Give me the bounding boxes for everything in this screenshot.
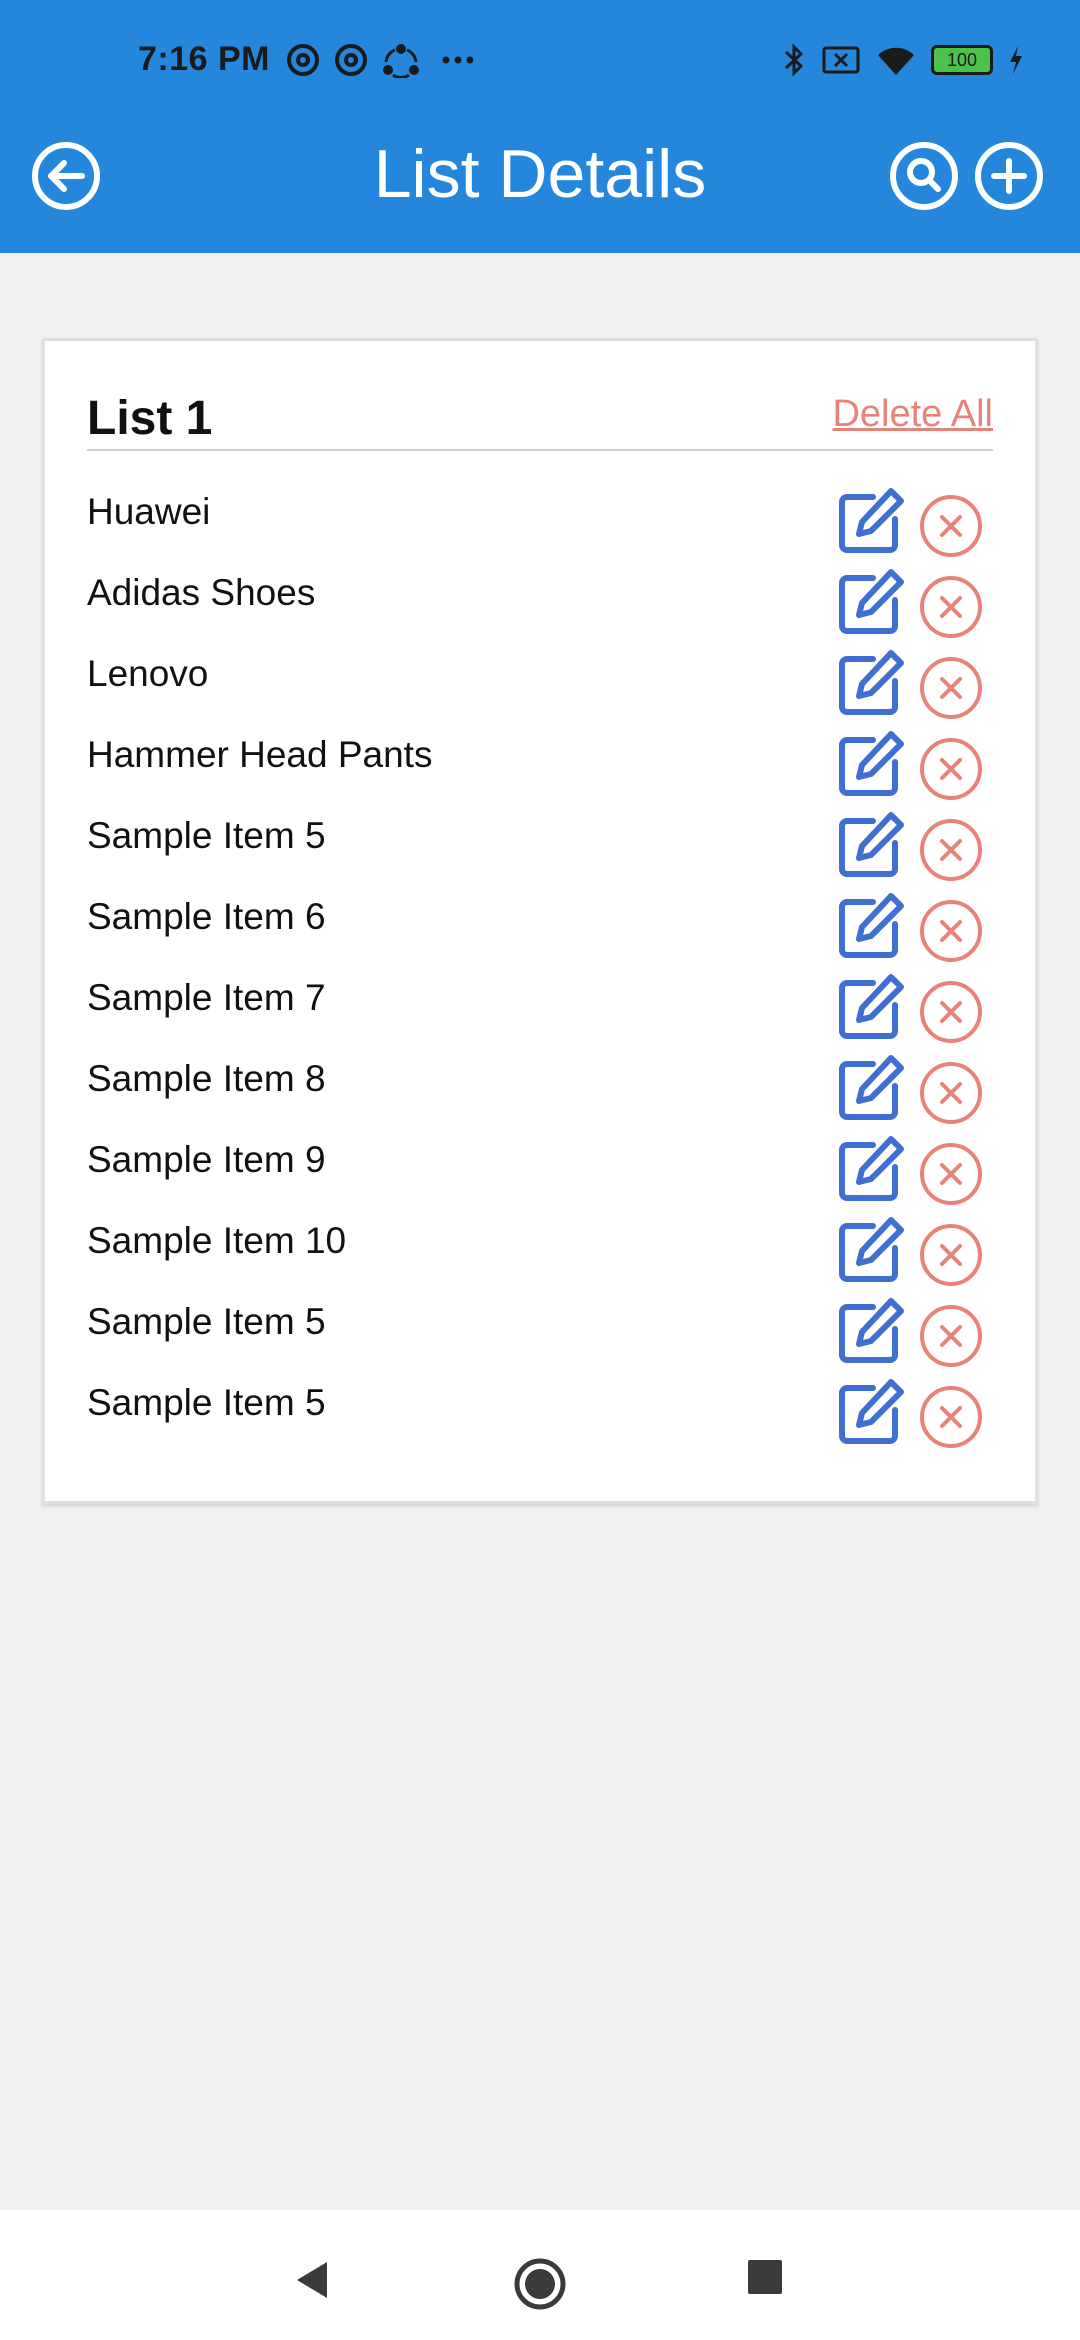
edit-icon [839,1136,904,1201]
list-item-label: Hammer Head Pants [87,734,433,775]
list-item: Lenovo [45,649,1035,732]
edit-button[interactable] [835,649,905,719]
edit-button[interactable] [835,730,905,800]
close-icon [920,900,982,962]
list-item: Sample Item 5 [45,811,1035,894]
edit-button[interactable] [835,1378,905,1448]
edit-button[interactable] [835,973,905,1043]
list-item-label: Sample Item 5 [87,815,326,856]
edit-icon [839,569,904,634]
list-item-label: Adidas Shoes [87,572,316,613]
edit-button[interactable] [835,811,905,881]
close-icon [920,1143,982,1205]
delete-item-button[interactable] [918,979,984,1045]
nav-back-icon[interactable] [293,2258,333,2302]
add-icon [975,142,1043,210]
delete-item-button[interactable] [918,1384,984,1450]
app-bar: 7:16 PM 100 List Details [0,0,1080,253]
system-nav-bar [0,2210,1080,2340]
list-item-label: Sample Item 5 [87,1382,326,1423]
close-icon [920,1062,982,1124]
list-title: List 1 [87,392,213,445]
at-sign-icon [287,44,319,76]
delete-item-button[interactable] [918,736,984,802]
list-item-label: Sample Item 8 [87,1058,326,1099]
list-item: Sample Item 8 [45,1054,1035,1137]
list-item: Sample Item 10 [45,1216,1035,1299]
delete-item-button[interactable] [918,817,984,883]
edit-button[interactable] [835,568,905,638]
list-item-label: Lenovo [87,653,209,694]
share-icon [383,44,419,78]
nav-recents-icon[interactable] [746,2258,784,2296]
add-button[interactable] [973,140,1045,212]
delete-item-button[interactable] [918,493,984,559]
status-notification-icons [285,42,483,78]
list-item: Sample Item 7 [45,973,1035,1056]
edit-icon [839,812,904,877]
edit-button[interactable] [835,1216,905,1286]
delete-item-button[interactable] [918,574,984,640]
list-item-label: Sample Item 9 [87,1139,326,1180]
delete-item-button[interactable] [918,1222,984,1288]
list-item-label: Sample Item 6 [87,896,326,937]
edit-button[interactable] [835,1297,905,1367]
list-item: Sample Item 9 [45,1135,1035,1218]
sim-icon [822,46,860,74]
charging-icon [1010,46,1022,74]
delete-item-button[interactable] [918,898,984,964]
edit-icon [839,893,904,958]
at-sign-icon [335,44,367,76]
delete-item-button[interactable] [918,655,984,721]
edit-icon [839,1055,904,1120]
delete-all-button[interactable]: Delete All [832,393,993,436]
status-system-icons: 100 [781,42,1025,78]
delete-item-button[interactable] [918,1141,984,1207]
edit-button[interactable] [835,1135,905,1205]
list-item-label: Sample Item 5 [87,1301,326,1342]
close-icon [920,1305,982,1367]
more-dots-icon [442,56,474,64]
close-icon [920,1224,982,1286]
list-item: Sample Item 5 [45,1378,1035,1461]
close-icon [920,981,982,1043]
close-icon [920,576,982,638]
list-item: Sample Item 6 [45,892,1035,975]
delete-item-button[interactable] [918,1060,984,1126]
close-icon [920,819,982,881]
list-item: Hammer Head Pants [45,730,1035,813]
battery-indicator: 100 [931,45,993,75]
item-list: Huawei Adidas Shoes Lenovo Hammer Head Pant… [45,487,1035,1461]
edit-icon [839,650,904,715]
status-time: 7:16 PM [138,40,270,78]
battery-level: 100 [946,50,978,70]
list-card: List 1 Delete All Huawei Adidas Shoes Leno… [42,338,1038,1504]
wifi-icon [878,47,914,75]
search-button[interactable] [888,140,960,212]
edit-icon [839,974,904,1039]
edit-icon [839,1379,904,1444]
list-item-label: Sample Item 10 [87,1220,347,1261]
edit-button[interactable] [835,1054,905,1124]
edit-button[interactable] [835,487,905,557]
close-icon [920,1386,982,1448]
search-icon [890,142,958,210]
close-icon [920,495,982,557]
edit-button[interactable] [835,892,905,962]
edit-icon [839,488,904,553]
close-icon [920,738,982,800]
list-item: Adidas Shoes [45,568,1035,651]
close-icon [920,657,982,719]
bluetooth-icon [784,43,804,77]
delete-item-button[interactable] [918,1303,984,1369]
nav-home-icon[interactable] [512,2256,568,2312]
list-item: Sample Item 5 [45,1297,1035,1380]
list-item: Huawei [45,487,1035,570]
divider [87,449,993,451]
list-item-label: Huawei [87,491,211,532]
list-item-label: Sample Item 7 [87,977,326,1018]
edit-icon [839,1298,904,1363]
edit-icon [839,731,904,796]
edit-icon [839,1217,904,1282]
